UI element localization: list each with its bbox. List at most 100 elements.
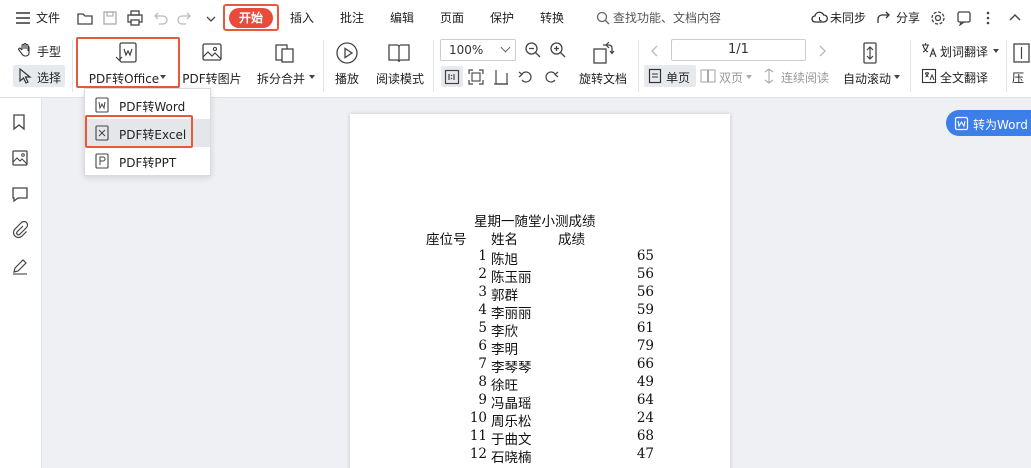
tab-protect[interactable]: 保护 (490, 0, 514, 36)
print-icon[interactable] (126, 9, 144, 27)
pdf-to-image-icon[interactable] (200, 41, 224, 65)
tab-edit[interactable]: 编辑 (390, 0, 414, 36)
auto-scroll-icon[interactable] (859, 40, 881, 66)
student-score: 66 (636, 356, 654, 372)
reading-mode-button[interactable]: 阅读模式 (372, 70, 428, 87)
share-button[interactable]: 分享 (896, 0, 920, 36)
separator (72, 40, 73, 92)
rotate-document-button[interactable]: 旋转文档 (574, 70, 632, 87)
pdf-to-image-button[interactable]: PDF转图片 (180, 70, 244, 87)
cloud-sync-icon[interactable] (811, 10, 828, 26)
menu-bar: 文件 开始 插入 批注 编辑 页面 保护 转换 查找功能、文档内容 未同步 分享 (0, 0, 1031, 36)
student-score: 24 (636, 410, 654, 426)
previous-page-icon[interactable] (650, 44, 660, 58)
student-score: 61 (636, 320, 654, 336)
zoom-select[interactable]: 100% (440, 39, 516, 61)
separator (433, 40, 434, 92)
split-merge-button[interactable]: 拆分合并 (252, 70, 310, 87)
separator (323, 40, 324, 92)
play-icon[interactable] (335, 41, 359, 65)
pdf-to-office-button[interactable]: PDF转Office (88, 70, 160, 87)
fit-width-icon[interactable] (493, 69, 509, 85)
pdf-to-office-icon[interactable] (114, 41, 140, 65)
hand-tool-button[interactable]: 手型 (37, 43, 61, 60)
convert-to-word-label: 转为Word (973, 118, 1028, 132)
file-menu[interactable]: 文件 (36, 0, 60, 36)
student-name: 徐旺 (491, 378, 518, 394)
compress-icon[interactable] (1012, 42, 1031, 64)
menu-item-pdf-to-ppt[interactable]: PDF转PPT (85, 147, 210, 175)
more-quick-icon[interactable] (202, 9, 220, 27)
feedback-icon[interactable] (956, 10, 972, 26)
actual-size-icon[interactable] (444, 69, 460, 85)
search-box[interactable]: 查找功能、文档内容 (596, 0, 721, 36)
hand-tool-icon (18, 42, 30, 57)
reading-mode-book-icon[interactable] (386, 41, 412, 65)
tab-insert[interactable]: 插入 (290, 0, 314, 36)
page-number-input[interactable]: 1/1 (671, 39, 806, 61)
student-name: 周乐松 (491, 414, 532, 430)
attachment-icon[interactable] (11, 221, 29, 239)
single-page-button[interactable]: 单页 (666, 69, 690, 86)
select-tool-button[interactable]: 选择 (37, 69, 61, 86)
sync-status[interactable]: 未同步 (830, 0, 866, 36)
tab-page[interactable]: 页面 (440, 0, 464, 36)
signature-icon[interactable] (11, 257, 29, 275)
more-vertical-icon[interactable] (985, 10, 991, 26)
open-folder-icon[interactable] (76, 9, 94, 27)
rotate-right-icon[interactable] (543, 69, 559, 85)
table-row: 1 陈旭 65 (430, 248, 660, 268)
hamburger-menu-icon[interactable] (16, 12, 30, 24)
seat-number: 11 (469, 428, 487, 444)
compress-button[interactable]: 压 (1012, 69, 1024, 86)
collapse-ribbon-icon[interactable] (1008, 11, 1022, 25)
separator (1006, 40, 1007, 92)
rotate-document-icon[interactable] (590, 40, 616, 66)
auto-scroll-button[interactable]: 自动滚动 (841, 70, 893, 87)
comment-icon[interactable] (11, 185, 29, 203)
rotate-left-icon[interactable] (518, 69, 534, 85)
word-translate-icon (922, 43, 937, 58)
fit-page-icon[interactable] (468, 69, 484, 85)
table-row: 5 李欣 61 (430, 320, 660, 340)
pdf-to-office-caret-icon[interactable] (160, 75, 166, 79)
word-translate-caret-icon[interactable] (993, 49, 999, 53)
menu-item-label: PDF转PPT (119, 156, 177, 170)
full-translate-button[interactable]: 全文翻译 (940, 69, 988, 86)
student-name: 冯晶瑶 (491, 396, 532, 412)
student-score: 64 (636, 392, 654, 408)
zoom-out-icon[interactable] (524, 41, 542, 59)
split-merge-icon[interactable] (273, 41, 297, 65)
thumbnail-image-icon[interactable] (11, 149, 29, 167)
continuous-read-button[interactable]: 连续阅读 (781, 69, 829, 86)
student-score: 47 (636, 446, 654, 462)
tab-annotate[interactable]: 批注 (340, 0, 364, 36)
convert-to-word-button[interactable]: 转为Word (946, 110, 1031, 136)
settings-icon[interactable] (930, 10, 946, 26)
seat-number: 2 (478, 266, 487, 282)
student-name: 李明 (491, 342, 518, 358)
zoom-in-icon[interactable] (549, 41, 567, 59)
share-icon[interactable] (876, 10, 892, 26)
tab-convert[interactable]: 转换 (540, 0, 564, 36)
table-row: 3 郭群 56 (430, 284, 660, 304)
seat-number: 7 (478, 356, 487, 372)
word-translate-button[interactable]: 划词翻译 (940, 43, 988, 60)
double-page-button[interactable]: 双页 (719, 69, 743, 86)
undo-icon[interactable] (151, 9, 169, 27)
split-merge-caret-icon[interactable] (309, 75, 315, 79)
tab-start[interactable]: 开始 (229, 8, 273, 28)
next-page-icon[interactable] (817, 44, 827, 58)
seat-number: 6 (478, 338, 487, 354)
header-seat-number: 座位号 (426, 232, 467, 248)
play-button[interactable]: 播放 (331, 70, 363, 87)
search-placeholder: 查找功能、文档内容 (613, 11, 722, 25)
separator (638, 40, 639, 92)
single-page-icon (648, 68, 662, 84)
bookmark-icon[interactable] (11, 113, 27, 131)
redo-icon[interactable] (176, 9, 194, 27)
double-page-caret-icon[interactable] (746, 75, 752, 79)
auto-scroll-caret-icon[interactable] (894, 75, 900, 79)
continuous-read-icon (764, 68, 774, 84)
save-icon[interactable] (101, 9, 119, 27)
